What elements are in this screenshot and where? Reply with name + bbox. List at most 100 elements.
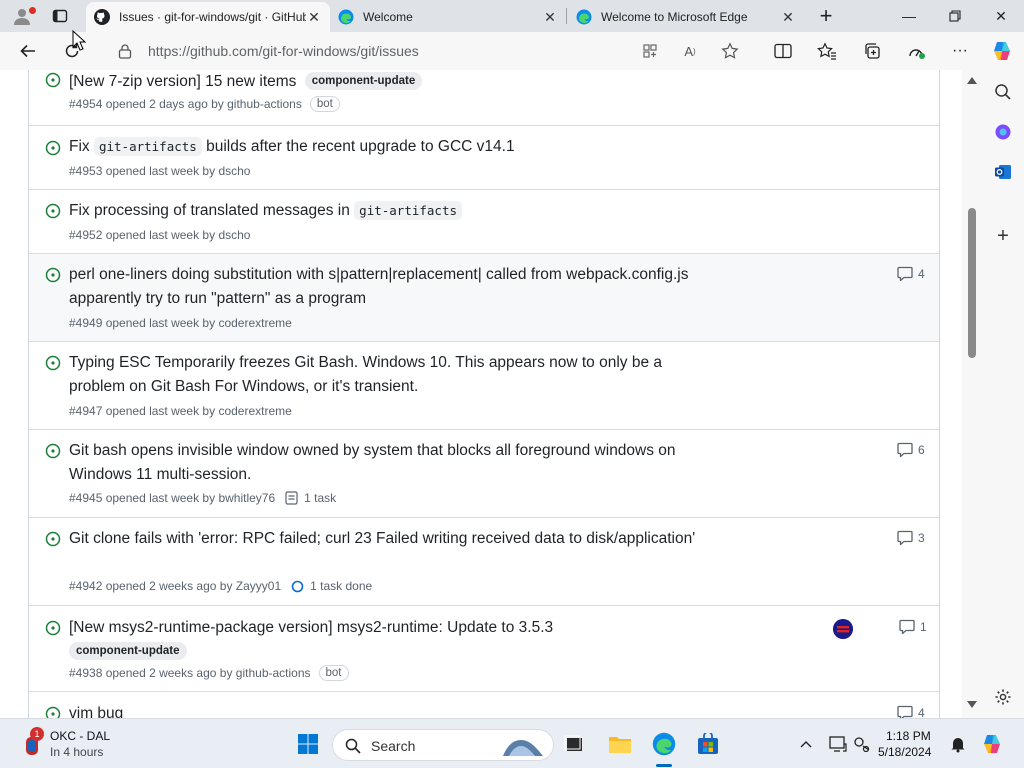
sidebar-settings-gear-icon[interactable] bbox=[992, 686, 1014, 708]
scroll-up-arrow-icon[interactable] bbox=[967, 77, 977, 84]
close-tab-icon[interactable]: ✕ bbox=[780, 9, 796, 26]
comments-link[interactable]: 4 bbox=[897, 266, 925, 281]
issue-title-text[interactable]: Fix bbox=[69, 138, 94, 155]
task-text[interactable]: 1 task done bbox=[310, 579, 372, 593]
issue-row[interactable]: Fix processing of translated messages in… bbox=[29, 190, 939, 254]
scrollbar-thumb[interactable] bbox=[968, 208, 976, 358]
lock-icon[interactable] bbox=[116, 42, 134, 60]
copilot-taskbar-icon[interactable] bbox=[980, 732, 1004, 756]
comment-count[interactable]: 4 bbox=[918, 706, 925, 719]
issue-row[interactable]: Git clone fails with 'error: RPC failed;… bbox=[29, 518, 939, 606]
edge-taskbar-icon[interactable] bbox=[652, 732, 676, 756]
issue-title-code[interactable]: git-artifacts bbox=[354, 201, 463, 220]
page-viewport: [New 7-zip version] 15 new items compone… bbox=[0, 70, 982, 718]
copilot-icon[interactable] bbox=[990, 39, 1014, 63]
assignee-avatar[interactable] bbox=[833, 619, 853, 639]
close-window-button[interactable]: ✕ bbox=[978, 0, 1024, 32]
mouse-cursor-icon bbox=[72, 30, 86, 51]
outlook-icon[interactable] bbox=[992, 161, 1014, 183]
clock-date[interactable]: 5/18/2024 bbox=[878, 745, 931, 759]
performance-icon[interactable] bbox=[906, 41, 926, 61]
close-tab-icon[interactable]: ✕ bbox=[306, 9, 322, 26]
windows-start-icon[interactable] bbox=[296, 732, 320, 756]
open-issue-icon bbox=[45, 267, 61, 283]
tab-welcome[interactable]: Welcome ✕ bbox=[330, 2, 566, 32]
open-issue-icon bbox=[45, 531, 61, 547]
windows-taskbar: 1 OKC - DAL In 4 hours Search 1:18 PM 5/… bbox=[0, 718, 1024, 768]
comments-link[interactable]: 4 bbox=[897, 705, 925, 718]
issue-row[interactable]: perl one-liners doing substitution with … bbox=[29, 254, 939, 342]
minimize-button[interactable]: — bbox=[886, 0, 932, 32]
issue-title[interactable]: Git bash opens invisible window owned by… bbox=[69, 439, 719, 487]
copilot-sidebar-icon[interactable] bbox=[992, 121, 1014, 143]
issue-label[interactable]: component-update bbox=[304, 72, 423, 90]
comment-count[interactable]: 4 bbox=[918, 267, 925, 281]
issue-title[interactable]: Git clone fails with 'error: RPC failed;… bbox=[69, 527, 719, 551]
read-aloud-icon[interactable]: A) bbox=[681, 42, 699, 60]
network-icon[interactable] bbox=[850, 732, 874, 756]
open-issue-icon bbox=[45, 203, 61, 219]
comment-count[interactable]: 3 bbox=[918, 531, 925, 545]
scroll-down-arrow-icon[interactable] bbox=[967, 701, 977, 708]
split-screen-icon[interactable] bbox=[773, 41, 793, 61]
issue-title-text[interactable]: Fix processing of translated messages in bbox=[69, 202, 354, 219]
issue-row[interactable]: Fix git-artifacts builds after the recen… bbox=[29, 126, 939, 190]
tab-actions-icon[interactable] bbox=[50, 6, 70, 26]
comments-link[interactable]: 3 bbox=[897, 530, 925, 545]
comments-link[interactable]: 6 bbox=[897, 442, 925, 457]
search-placeholder[interactable]: Search bbox=[371, 738, 415, 754]
issue-list: [New 7-zip version] 15 new items compone… bbox=[28, 70, 940, 718]
vertical-scrollbar[interactable] bbox=[962, 70, 982, 718]
task-progress[interactable]: 1 task bbox=[285, 491, 336, 505]
address-bar[interactable]: https://github.com/git-for-windows/git/i… bbox=[108, 36, 758, 66]
search-icon[interactable] bbox=[992, 81, 1014, 103]
comment-count[interactable]: 6 bbox=[918, 443, 925, 457]
file-explorer-icon[interactable] bbox=[608, 732, 632, 756]
issue-title[interactable]: Fix git-artifacts builds after the recen… bbox=[69, 135, 719, 159]
new-tab-icon[interactable]: + bbox=[816, 3, 836, 28]
restore-button[interactable] bbox=[932, 0, 978, 32]
issue-title[interactable]: [New 7-zip version] 15 new items compone… bbox=[69, 70, 719, 94]
notification-bell-icon[interactable] bbox=[946, 732, 970, 756]
back-button[interactable] bbox=[16, 39, 40, 63]
show-hidden-icons-chevron-icon[interactable] bbox=[794, 732, 818, 756]
task-view-icon[interactable] bbox=[562, 732, 586, 756]
weather-subtitle[interactable]: In 4 hours bbox=[50, 745, 103, 759]
display-icon[interactable] bbox=[826, 732, 850, 756]
issue-title-text[interactable]: builds after the recent upgrade to GCC v… bbox=[202, 138, 514, 155]
taskbar-search-box[interactable]: Search bbox=[332, 729, 554, 761]
issue-row[interactable]: [New msys2-runtime-package version] msys… bbox=[29, 606, 939, 692]
tab-welcome-edge[interactable]: Welcome to Microsoft Edge ✕ bbox=[568, 2, 804, 32]
issue-title[interactable]: vim bug bbox=[69, 702, 719, 718]
issue-title[interactable]: Fix processing of translated messages in… bbox=[69, 199, 719, 223]
issue-title-code[interactable]: git-artifacts bbox=[93, 137, 202, 156]
issue-title[interactable]: [New msys2-runtime-package version] msys… bbox=[69, 616, 719, 640]
more-menu-icon[interactable]: ··· bbox=[950, 41, 970, 61]
issue-row[interactable]: vim bug 4 bbox=[29, 692, 939, 718]
issue-row[interactable]: [New 7-zip version] 15 new items compone… bbox=[29, 70, 939, 126]
comment-count[interactable]: 1 bbox=[920, 620, 927, 634]
comment-icon bbox=[897, 705, 913, 718]
issue-meta: #4952 opened last week by dscho bbox=[69, 228, 250, 242]
issue-title[interactable]: perl one-liners doing substitution with … bbox=[69, 263, 719, 311]
issue-title-text[interactable]: [New 7-zip version] 15 new items bbox=[69, 73, 296, 90]
collections-icon[interactable] bbox=[862, 41, 882, 61]
close-tab-icon[interactable]: ✕ bbox=[542, 9, 558, 26]
favorites-icon[interactable] bbox=[817, 41, 837, 61]
url-text[interactable]: https://github.com/git-for-windows/git/i… bbox=[148, 43, 419, 59]
issue-row[interactable]: Git bash opens invisible window owned by… bbox=[29, 430, 939, 518]
task-progress[interactable]: 1 task done bbox=[291, 579, 372, 593]
comments-link[interactable]: 1 bbox=[899, 619, 927, 634]
favorite-star-icon[interactable] bbox=[721, 42, 739, 60]
tab-issues[interactable]: Issues · git-for-windows/git · GitHub ✕ bbox=[86, 2, 330, 32]
apps-available-icon[interactable] bbox=[641, 42, 659, 60]
weather-title[interactable]: OKC - DAL bbox=[50, 729, 110, 743]
microsoft-store-icon[interactable] bbox=[696, 732, 720, 756]
issue-label[interactable]: component-update bbox=[69, 642, 187, 660]
task-text[interactable]: 1 task bbox=[304, 491, 336, 505]
clock-time[interactable]: 1:18 PM bbox=[886, 729, 931, 743]
add-sidebar-app-icon[interactable]: + bbox=[992, 225, 1014, 247]
issue-row[interactable]: Typing ESC Temporarily freezes Git Bash.… bbox=[29, 342, 939, 430]
issue-title[interactable]: Typing ESC Temporarily freezes Git Bash.… bbox=[69, 351, 719, 399]
issue-meta-text: #4954 opened 2 days ago by github-action… bbox=[69, 97, 302, 111]
